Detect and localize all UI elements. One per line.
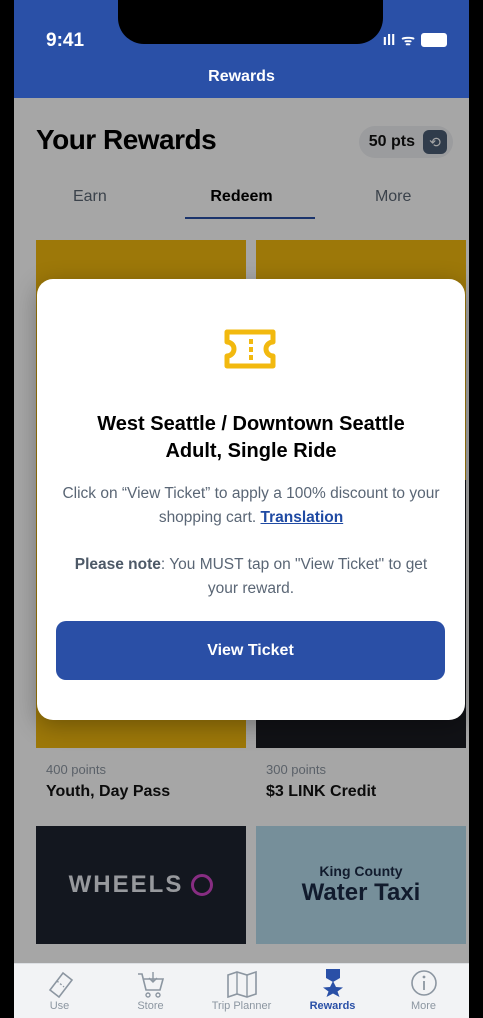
device-frame-right	[469, 0, 483, 1018]
nav-bar: Rewards	[14, 58, 469, 98]
signal-icon: ıll	[382, 31, 396, 49]
tabbar-item-more[interactable]: More	[378, 964, 469, 1018]
modal-body: Click on “View Ticket” to apply a 100% d…	[55, 482, 447, 530]
modal-body-text: Click on “View Ticket” to apply a 100% d…	[62, 485, 440, 526]
tabbar-label: More	[410, 1000, 437, 1012]
nav-title: Rewards	[208, 68, 275, 85]
view-ticket-button[interactable]: View Ticket	[56, 621, 445, 680]
tabbar-label: Trip Planner	[211, 1000, 272, 1012]
tabbar-item-use[interactable]: Use	[14, 964, 105, 1018]
cart-icon	[137, 972, 164, 998]
tabbar-item-store[interactable]: Store	[105, 964, 196, 1018]
medal-icon	[322, 969, 343, 997]
info-icon	[410, 970, 437, 996]
device-notch	[118, 0, 383, 44]
modal-title-line-2: Adult, Single Ride	[165, 440, 337, 462]
status-time: 9:41	[46, 30, 85, 51]
wifi-icon: ᯤ	[401, 32, 415, 49]
ticket-icon	[48, 971, 73, 998]
battery-icon	[421, 33, 447, 47]
note-label: Please note	[74, 556, 161, 573]
tabbar-item-rewards[interactable]: Rewards	[287, 964, 378, 1018]
note-text: : You MUST tap on "View Ticket" to get y…	[160, 556, 428, 597]
modal-title: West Seattle / Downtown Seattle Adult, S…	[57, 411, 445, 465]
ticket-icon	[224, 329, 276, 369]
device-frame-left	[0, 0, 14, 1018]
phone-screen: 9:41 ıll ᯤ Rewards Your Rewards 50 pts ⟲…	[0, 0, 483, 1018]
tabbar-item-trip-planner[interactable]: Trip Planner	[196, 964, 287, 1018]
modal-title-line-1: West Seattle / Downtown Seattle	[97, 413, 405, 435]
translation-link[interactable]: Translation	[261, 509, 344, 526]
tabbar-label: Store	[137, 1000, 164, 1012]
tabbar-label: Rewards	[309, 1000, 356, 1012]
modal-note: Please note: You MUST tap on "View Ticke…	[61, 553, 441, 601]
status-icons: ıll ᯤ	[383, 30, 447, 50]
map-icon	[226, 970, 257, 998]
tabbar-label: Use	[49, 1000, 70, 1012]
reward-modal: West Seattle / Downtown Seattle Adult, S…	[37, 279, 465, 720]
bottom-tab-bar: Use Store Trip Planner Rewards More	[14, 963, 469, 1018]
